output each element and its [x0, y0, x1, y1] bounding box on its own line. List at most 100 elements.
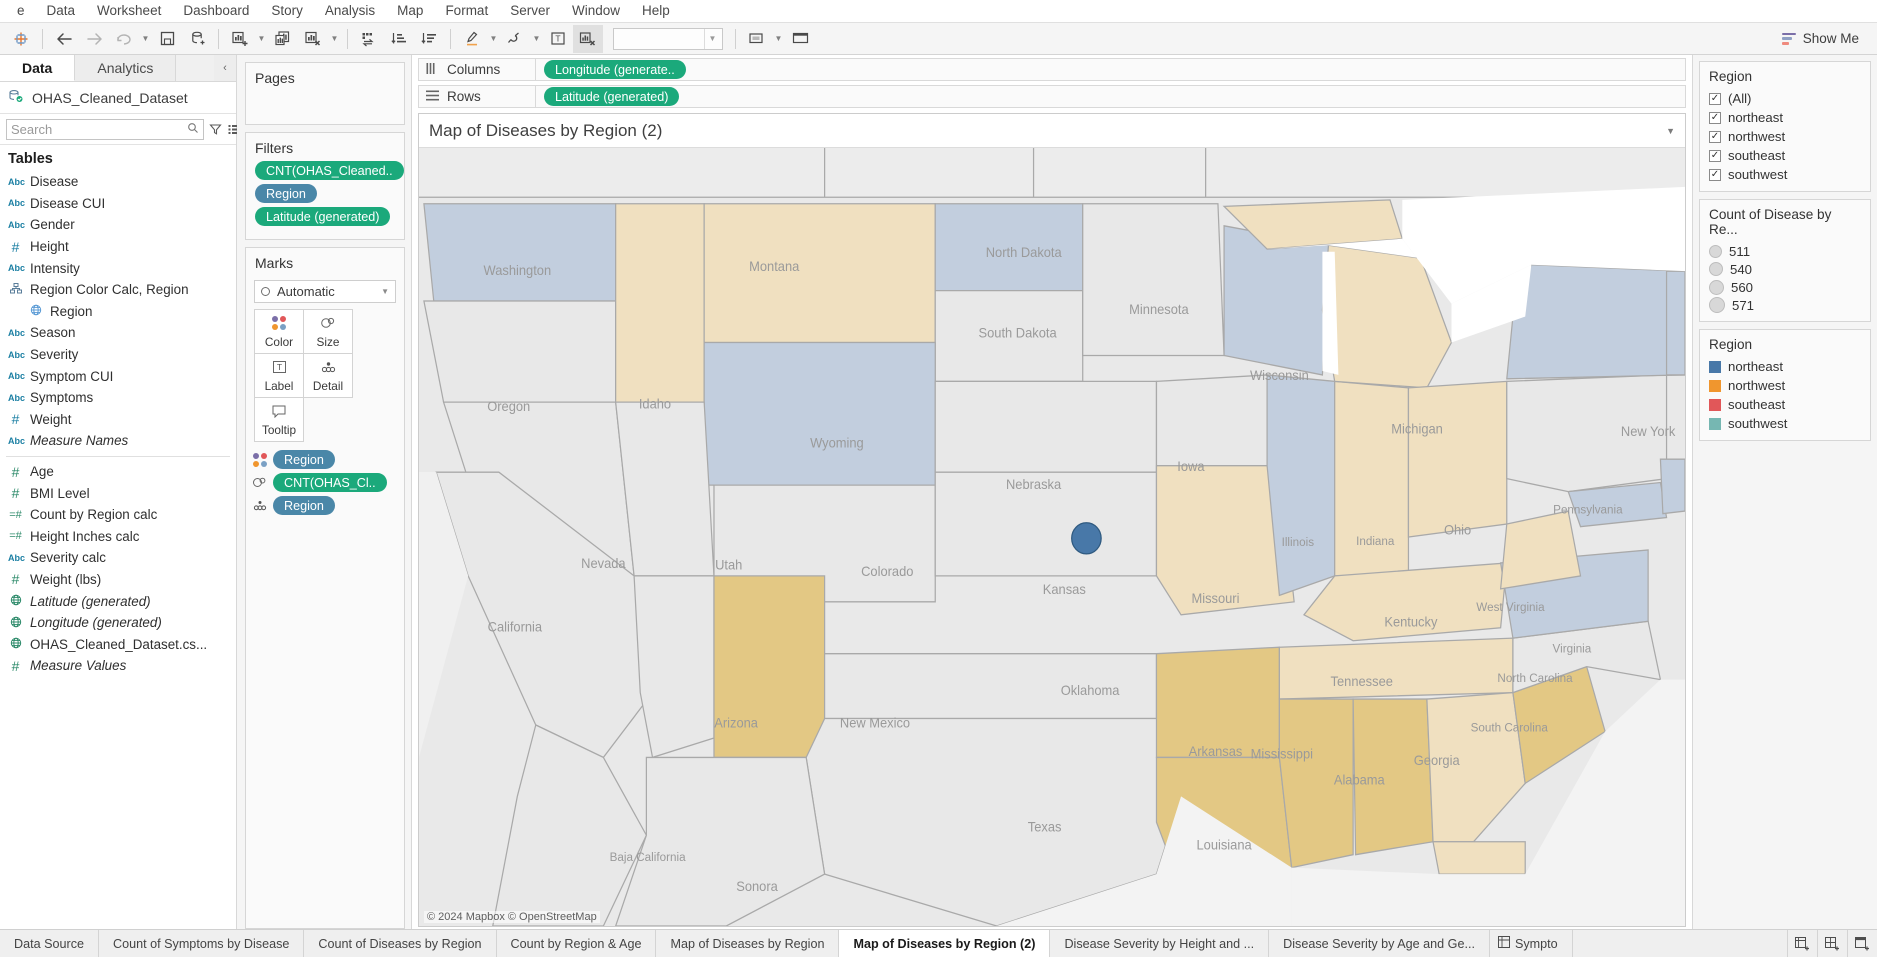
field-count-by-region-calc[interactable]: =# Count by Region calc — [0, 504, 236, 526]
fix-axes-icon[interactable] — [573, 24, 603, 53]
filter-pill-region[interactable]: Region — [255, 184, 317, 203]
field-season[interactable]: Abc Season — [0, 322, 236, 344]
field-region-geo[interactable]: Region — [0, 301, 236, 323]
new-dashboard-icon[interactable] — [1817, 930, 1847, 957]
columns-shelf-dropzone[interactable]: Longitude (generate.. — [536, 58, 1686, 81]
new-worksheet-icon[interactable] — [225, 25, 255, 53]
search-box[interactable] — [6, 118, 204, 140]
field-disease[interactable]: Abc Disease — [0, 171, 236, 193]
filter-item-northwest[interactable]: ✓ northwest — [1700, 127, 1870, 146]
menu-item-worksheet[interactable]: Worksheet — [86, 0, 172, 22]
field-ohas-cleaned-dataset-csv[interactable]: OHAS_Cleaned_Dataset.cs... — [0, 633, 236, 655]
rows-pill-latitude[interactable]: Latitude (generated) — [544, 87, 680, 106]
tab-disease-severity-by-height[interactable]: Disease Severity by Height and ... — [1050, 930, 1270, 957]
search-icon[interactable] — [187, 122, 199, 137]
tab-symptoms-partial[interactable]: Sympto — [1489, 930, 1573, 957]
field-symptoms[interactable]: Abc Symptoms — [0, 387, 236, 409]
field-measure-values[interactable]: # Measure Values — [0, 655, 236, 677]
field-severity[interactable]: Abc Severity — [0, 344, 236, 366]
presentation-mode-icon[interactable] — [785, 25, 815, 53]
field-measure-names[interactable]: Abc Measure Names — [0, 430, 236, 452]
checkbox-icon[interactable]: ✓ — [1709, 92, 1721, 105]
sort-ascending-icon[interactable] — [384, 25, 414, 53]
clear-sheet-dropdown-caret-icon[interactable]: ▼ — [328, 25, 341, 53]
tab-disease-severity-by-age-gender[interactable]: Disease Severity by Age and Ge... — [1269, 930, 1490, 957]
field-latitude-generated[interactable]: Latitude (generated) — [0, 590, 236, 612]
swap-rows-columns-icon[interactable] — [354, 25, 384, 53]
mark-type-dropdown[interactable]: Automatic ▼ — [254, 280, 396, 303]
highlight-dropdown-caret-icon[interactable]: ▼ — [487, 25, 500, 53]
menu-item-0[interactable]: e — [6, 0, 36, 22]
clear-sheet-icon[interactable] — [298, 25, 328, 53]
menu-item-window[interactable]: Window — [561, 0, 631, 22]
group-icon[interactable] — [500, 25, 530, 53]
filter-item-southwest[interactable]: ✓ southwest — [1700, 165, 1870, 184]
menu-item-format[interactable]: Format — [434, 0, 499, 22]
marks-pill-region-detail[interactable]: Region — [273, 496, 335, 515]
marks-pill-region-color[interactable]: Region — [273, 450, 335, 469]
field-region-color-calc-hierarchy[interactable]: Region Color Calc, Region — [0, 279, 236, 301]
field-symptom-cui[interactable]: Abc Symptom CUI — [0, 365, 236, 387]
color-legend-item-northeast[interactable]: northeast — [1700, 357, 1870, 376]
new-worksheet-icon[interactable] — [1787, 930, 1817, 957]
field-severity-calc[interactable]: Abc Severity calc — [0, 547, 236, 569]
tab-count-by-region-and-age[interactable]: Count by Region & Age — [496, 930, 657, 957]
field-intensity[interactable]: Abc Intensity — [0, 257, 236, 279]
field-weight-lbs[interactable]: # Weight (lbs) — [0, 569, 236, 591]
field-longitude-generated[interactable]: Longitude (generated) — [0, 612, 236, 634]
menu-item-analysis[interactable]: Analysis — [314, 0, 386, 22]
field-age[interactable]: # Age — [0, 461, 236, 483]
tableau-logo-icon[interactable] — [6, 25, 36, 53]
checkbox-icon[interactable]: ✓ — [1709, 111, 1721, 124]
sort-descending-icon[interactable] — [414, 25, 444, 53]
group-dropdown-caret-icon[interactable]: ▼ — [530, 25, 543, 53]
collapse-pane-icon[interactable]: ‹ — [214, 55, 236, 81]
zoom-dropdown-caret-icon[interactable]: ▼ — [704, 28, 720, 49]
menu-item-story[interactable]: Story — [260, 0, 314, 22]
color-legend-item-southwest[interactable]: southwest — [1700, 414, 1870, 433]
marks-size-button[interactable]: Size — [303, 309, 353, 354]
zoom-combo[interactable]: ▼ — [613, 27, 723, 50]
tab-data[interactable]: Data — [0, 55, 76, 81]
tab-map-of-diseases-by-region-2[interactable]: Map of Diseases by Region (2) — [839, 930, 1051, 957]
rows-shelf-dropzone[interactable]: Latitude (generated) — [536, 85, 1686, 108]
forward-arrow-icon[interactable] — [79, 25, 109, 53]
checkbox-icon[interactable]: ✓ — [1709, 168, 1721, 181]
show-me-button[interactable]: Show Me — [1774, 27, 1871, 50]
field-height[interactable]: # Height — [0, 236, 236, 258]
size-legend-item[interactable]: 560 — [1700, 278, 1870, 296]
marks-pill-cnt-size[interactable]: CNT(OHAS_Cl.. — [273, 473, 387, 492]
duplicate-sheet-icon[interactable] — [268, 25, 298, 53]
data-source-row[interactable]: OHAS_Cleaned_Dataset — [0, 82, 236, 114]
menu-item-dashboard[interactable]: Dashboard — [172, 0, 260, 22]
filter-item-northeast[interactable]: ✓ northeast — [1700, 108, 1870, 127]
chevron-down-icon[interactable]: ▼ — [1666, 126, 1675, 136]
size-legend-item[interactable]: 540 — [1700, 260, 1870, 278]
tab-count-of-diseases-by-region[interactable]: Count of Diseases by Region — [304, 930, 497, 957]
checkbox-icon[interactable]: ✓ — [1709, 149, 1721, 162]
filter-item-southeast[interactable]: ✓ southeast — [1700, 146, 1870, 165]
checkbox-icon[interactable]: ✓ — [1709, 130, 1721, 143]
new-story-icon[interactable] — [1847, 930, 1877, 957]
color-legend-item-northwest[interactable]: northwest — [1700, 376, 1870, 395]
size-legend-item[interactable]: 571 — [1700, 296, 1870, 314]
tab-data-source[interactable]: Data Source — [0, 930, 100, 957]
filter-pill-latitude[interactable]: Latitude (generated) — [255, 207, 391, 226]
field-weight[interactable]: # Weight — [0, 409, 236, 431]
columns-pill-longitude[interactable]: Longitude (generate.. — [544, 60, 686, 79]
marks-tooltip-button[interactable]: Tooltip — [254, 397, 304, 442]
tab-count-of-symptoms-by-disease[interactable]: Count of Symptoms by Disease — [99, 930, 305, 957]
refresh-dropdown-caret-icon[interactable]: ▼ — [139, 25, 152, 53]
field-disease-cui[interactable]: Abc Disease CUI — [0, 193, 236, 215]
fit-dropdown-caret-icon[interactable]: ▼ — [772, 25, 785, 53]
search-input[interactable] — [11, 121, 187, 137]
new-worksheet-dropdown-caret-icon[interactable]: ▼ — [255, 25, 268, 53]
field-bmi-level[interactable]: # BMI Level — [0, 482, 236, 504]
marks-label-button[interactable]: T Label — [254, 353, 304, 398]
menu-item-data[interactable]: Data — [36, 0, 87, 22]
filter-item-all[interactable]: ✓ (All) — [1700, 89, 1870, 108]
refresh-icon[interactable] — [109, 25, 139, 53]
filter-fields-icon[interactable] — [209, 119, 222, 140]
map-canvas[interactable]: .st { stroke:#a9a9a9; stroke-width:1; } … — [419, 148, 1685, 926]
pages-shelf[interactable]: Pages — [245, 62, 405, 125]
